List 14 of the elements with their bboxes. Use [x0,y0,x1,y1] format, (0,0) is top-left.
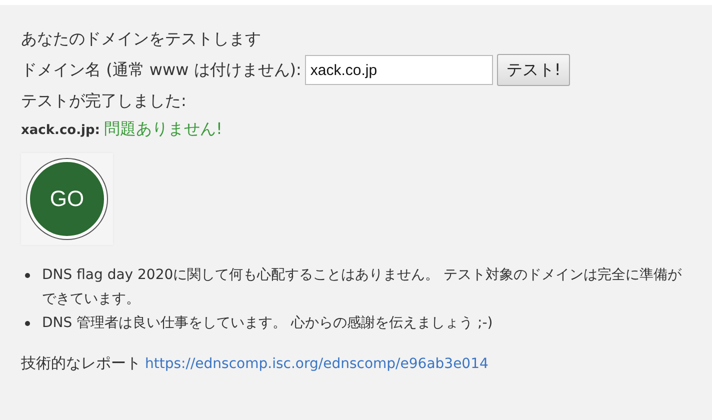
domain-input[interactable]: xack.co.jp [305,55,494,85]
bullet-text: DNS 管理者は良い仕事をしています。 心からの感謝を伝えましょう ;-) [42,314,494,333]
go-badge: GO [27,159,107,239]
bullet-icon [25,321,30,326]
report-link[interactable]: https://ednscomp.isc.org/ednscomp/e96ab3e014 [145,352,488,376]
result-domain: xack.co.jp: [21,122,100,140]
test-button[interactable]: テスト! [497,54,570,86]
report-label: 技術的なレポート [21,353,141,374]
result-message: 問題ありません! [104,118,222,140]
page-heading: あなたのドメインをテストします [21,28,261,50]
domain-label: ドメイン名 (通常 www は付けません): [21,59,302,81]
bullet-text: DNS flag day 2020に関して何も心配することはありません。 テスト対象のドメインは完全に準備ができています。 [42,266,682,309]
bullet-icon [25,273,30,278]
status-text: テストが完了しました: [21,90,186,112]
